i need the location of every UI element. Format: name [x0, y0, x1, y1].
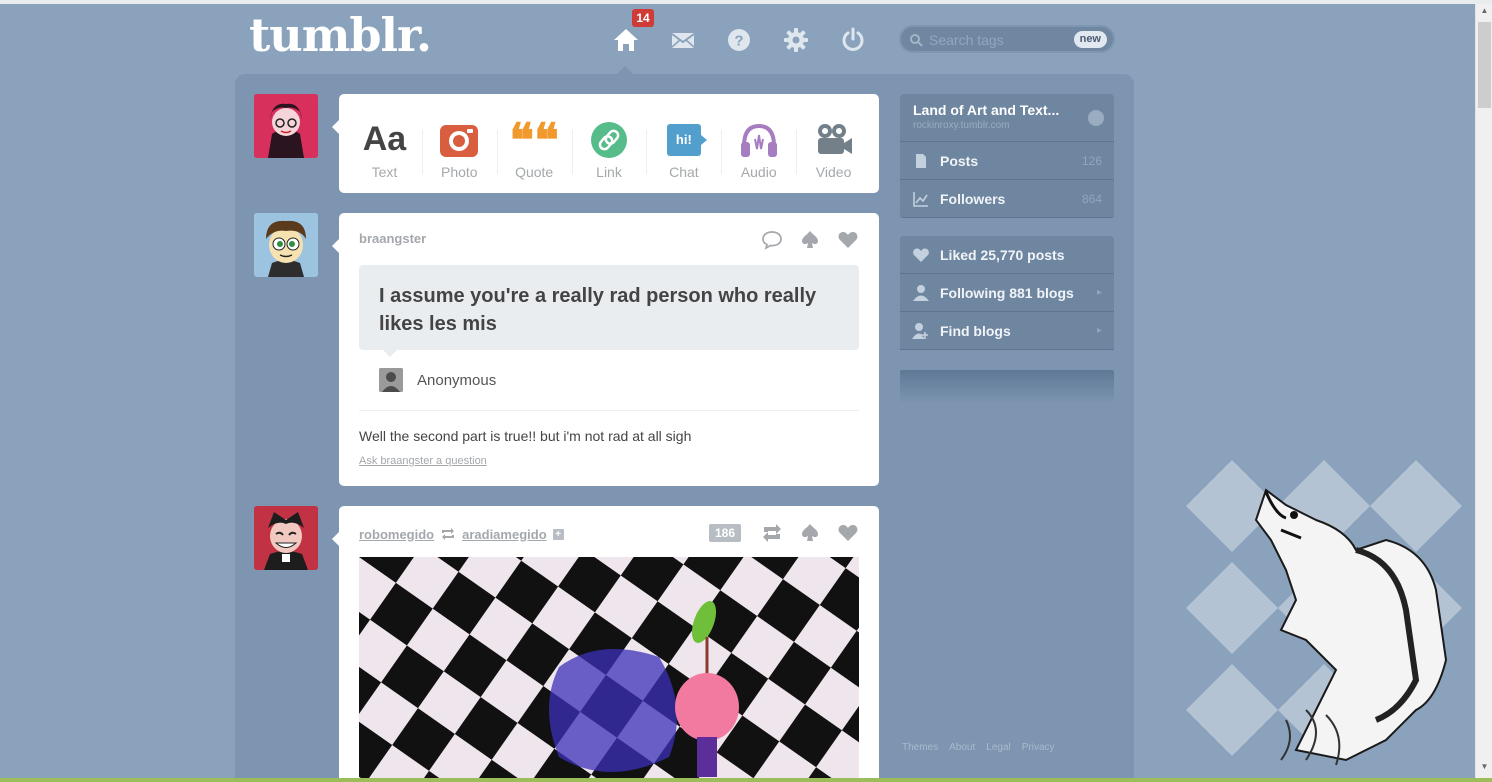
- answer-text: Well the second part is true!! but i'm n…: [359, 428, 692, 444]
- sidebar-item-posts[interactable]: Posts 126: [900, 142, 1114, 180]
- headphones-icon: [740, 123, 777, 157]
- os-taskbar-edge: [0, 778, 1492, 782]
- footer-legal-link[interactable]: Legal: [986, 742, 1010, 753]
- sidebar-account-group: Liked 25,770 posts Following 881 blogs ▸…: [900, 236, 1114, 350]
- heart-icon[interactable]: [837, 522, 859, 544]
- post-avatar[interactable]: [254, 213, 318, 277]
- blog-url: rockinroxy.tumblr.com: [913, 120, 1010, 131]
- post-author[interactable]: robomegido: [359, 527, 434, 542]
- post-type-quote[interactable]: ❝❝ Quote: [496, 104, 572, 184]
- heart-icon: [913, 248, 929, 262]
- post-type-label: Photo: [440, 163, 478, 180]
- post-type-label: Chat: [669, 163, 699, 180]
- add-person-icon: [912, 322, 928, 339]
- post-photo-image[interactable]: [359, 557, 859, 782]
- anonymous-avatar-icon: [379, 368, 403, 392]
- post-type-audio[interactable]: Audio: [721, 104, 796, 184]
- sidebar-spotlight-area: [900, 370, 1114, 404]
- person-icon: [913, 284, 929, 301]
- blog-title: Land of Art and Text...: [913, 102, 1060, 118]
- post-type-label: Video: [815, 163, 852, 180]
- home-icon[interactable]: [612, 26, 640, 54]
- chevron-right-icon: ▸: [1096, 287, 1102, 298]
- post-type-label: Audio: [740, 163, 777, 180]
- video-camera-icon: [817, 123, 852, 154]
- post-divider: [359, 410, 859, 411]
- posts-count: 126: [1081, 153, 1102, 168]
- svg-text:?: ?: [734, 33, 743, 50]
- settings-icon[interactable]: [782, 26, 810, 54]
- footer-privacy-link[interactable]: Privacy: [1022, 742, 1055, 753]
- post-type-photo[interactable]: Photo: [421, 104, 497, 184]
- post-type-bar: Aa Text Photo ❝❝ Quote Link hi! Chat Aud…: [332, 94, 879, 193]
- post-photo: robomegido aradiamegido + 186: [332, 506, 879, 782]
- ask-question: I assume you're a really rad person who …: [359, 265, 859, 357]
- post-ask: braangster I assume you're a really rad …: [332, 213, 879, 486]
- document-icon: [916, 153, 926, 168]
- asker-name: Anonymous: [417, 371, 497, 389]
- notes-count[interactable]: 186: [708, 524, 741, 542]
- chevron-right-icon: ▸: [1096, 325, 1102, 336]
- user-avatar[interactable]: [254, 94, 318, 158]
- quote-icon: ❝❝: [509, 112, 559, 167]
- page-scrollbar[interactable]: ▲ ▼: [1475, 4, 1492, 778]
- background-artwork: [1186, 460, 1462, 770]
- post-type-link[interactable]: Link: [571, 104, 647, 184]
- camera-icon: [440, 124, 479, 157]
- footer-themes-link[interactable]: Themes: [902, 742, 938, 753]
- follow-plus-icon[interactable]: +: [552, 528, 564, 540]
- search-icon: [910, 34, 923, 47]
- share-icon[interactable]: [799, 522, 821, 544]
- asker-row: Anonymous: [379, 368, 496, 392]
- new-tag-pill[interactable]: new: [1073, 31, 1107, 48]
- share-icon[interactable]: [799, 229, 821, 251]
- reblog-icon: [442, 528, 455, 540]
- reblog-icon[interactable]: [761, 522, 783, 544]
- post-avatar[interactable]: [254, 506, 318, 570]
- sidebar-item-following[interactable]: Following 881 blogs ▸: [900, 274, 1114, 312]
- footer-links: Themes About Legal Privacy: [902, 742, 1055, 753]
- mail-icon[interactable]: [669, 26, 697, 54]
- blog-switch-icon[interactable]: [1088, 110, 1104, 126]
- followers-count: 864: [1081, 191, 1102, 206]
- inbox-count-badge: 14: [632, 9, 654, 27]
- search-input[interactable]: [929, 30, 1069, 50]
- sidebar-item-likes[interactable]: Liked 25,770 posts: [900, 236, 1114, 274]
- scroll-up-arrow-icon[interactable]: ▲: [1476, 6, 1492, 20]
- post-type-chat[interactable]: hi! Chat: [646, 104, 721, 184]
- sidebar: Land of Art and Text... rockinroxy.tumbl…: [900, 94, 1114, 404]
- reply-icon[interactable]: [761, 229, 783, 251]
- browser-top-edge: [0, 0, 1492, 4]
- blog-header[interactable]: Land of Art and Text... rockinroxy.tumbl…: [900, 94, 1114, 142]
- post-type-video[interactable]: Video: [796, 104, 871, 184]
- ask-question-link[interactable]: Ask braangster a question: [359, 455, 487, 467]
- post-type-text[interactable]: Aa Text: [347, 104, 422, 184]
- link-icon: [591, 121, 627, 158]
- sidebar-item-find-blogs[interactable]: Find blogs ▸: [900, 312, 1114, 350]
- chat-icon: hi!: [666, 123, 707, 156]
- post-controls: 186: [708, 522, 859, 544]
- heart-icon[interactable]: [837, 229, 859, 251]
- post-controls: [761, 229, 859, 251]
- text-type-icon: Aa: [362, 120, 407, 158]
- reblogged-from-author[interactable]: aradiamegido: [462, 527, 547, 542]
- footer-about-link[interactable]: About: [949, 742, 975, 753]
- post-type-label: Link: [596, 163, 622, 180]
- activity-chart-icon: [913, 191, 928, 207]
- post-type-label: Text: [371, 163, 398, 180]
- search-bar[interactable]: new: [899, 25, 1115, 53]
- tumblr-logo[interactable]: tumblr.: [249, 8, 432, 62]
- sidebar-item-followers[interactable]: Followers 864: [900, 180, 1114, 218]
- power-icon[interactable]: [839, 26, 867, 54]
- scroll-down-arrow-icon[interactable]: ▼: [1476, 762, 1492, 776]
- help-icon[interactable]: ?: [725, 26, 753, 54]
- post-type-label: Quote: [515, 163, 554, 180]
- scrollbar-thumb[interactable]: [1478, 22, 1491, 108]
